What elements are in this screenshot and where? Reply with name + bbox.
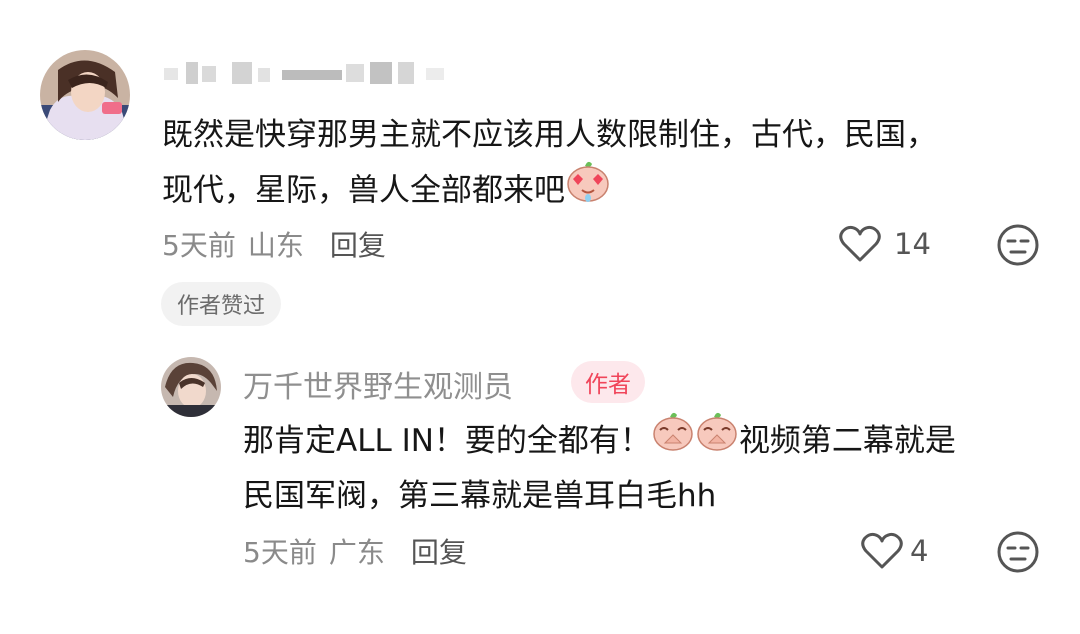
comment-time: 5天前	[162, 229, 236, 262]
praying-emoji-icon	[695, 409, 739, 471]
reply-reply-button[interactable]: 回复	[411, 531, 467, 571]
reply-text-line-1-b: 视频第二幕就是	[738, 423, 956, 459]
reply-text-line-2: 民国军阀，第三幕就是兽耳白毛hh	[243, 478, 717, 514]
comment-reply-button[interactable]: 回复	[330, 224, 386, 264]
unhappy-face-icon	[997, 224, 1039, 266]
author-tag-badge: 作者	[571, 361, 645, 403]
comment-like-count: 14	[894, 227, 931, 261]
heart-icon	[861, 532, 903, 569]
praying-emoji-icon	[651, 409, 695, 471]
comment-text-line-2: 现代，星际，兽人全部都来吧	[162, 161, 611, 221]
reply-region: 广东	[328, 536, 385, 569]
reply-like-button[interactable]: 4	[860, 531, 928, 571]
unhappy-face-icon	[997, 531, 1039, 573]
commenter-avatar[interactable]	[40, 50, 130, 140]
reply-dislike-button[interactable]	[996, 530, 1040, 578]
reply-time: 5天前	[243, 536, 317, 569]
reply-meta: 5天前 广东 回复	[243, 531, 467, 571]
author-avatar[interactable]	[161, 357, 221, 417]
comment-meta: 5天前 山东 回复	[162, 224, 386, 264]
author-liked-badge: 作者赞过	[161, 282, 282, 326]
comment-text-line-2-text: 现代，星际，兽人全部都来吧	[162, 172, 565, 209]
reply-text-line-1-a: 那肯定ALL IN！要的全都有！	[243, 423, 651, 459]
heart-icon	[839, 225, 881, 262]
comment-dislike-button[interactable]	[996, 223, 1040, 271]
comment-region: 山东	[247, 229, 304, 262]
redacted-username	[164, 62, 444, 84]
comment-text-line-1: 既然是快穿那男主就不应该用人数限制住，古代，民国，	[162, 117, 937, 153]
reply-text-line-1: 那肯定ALL IN！要的全都有！ 视频第二幕就是	[243, 412, 956, 471]
author-username[interactable]: 万千世界野生观测员	[243, 362, 513, 406]
comment-like-button[interactable]: 14	[838, 224, 931, 264]
heart-eyes-emoji-icon	[565, 157, 611, 221]
reply-like-count: 4	[910, 534, 929, 568]
